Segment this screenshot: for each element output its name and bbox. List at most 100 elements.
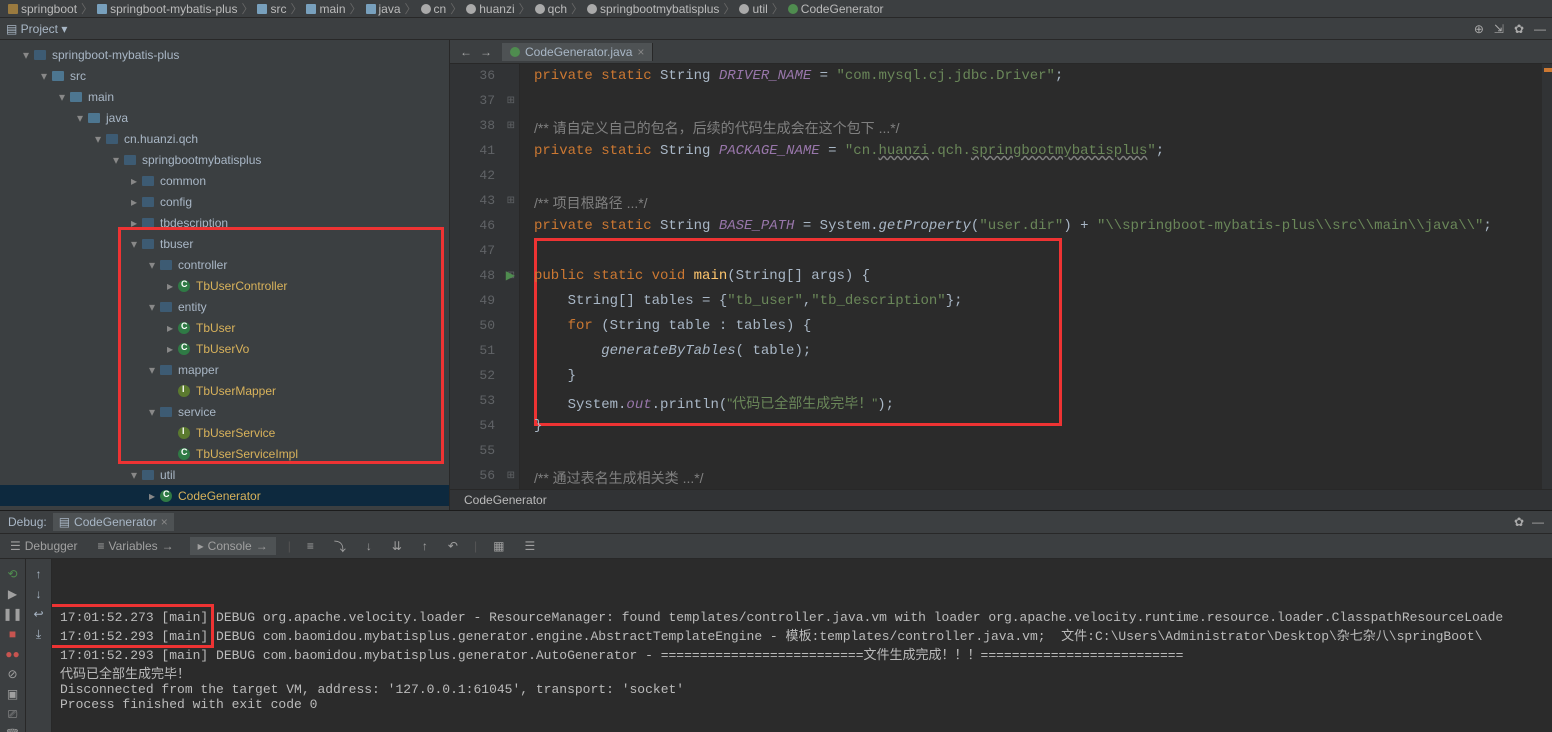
nav-icon[interactable]: ≡ (303, 539, 318, 553)
line-number[interactable]: 52 (479, 368, 495, 383)
line-number[interactable]: 41 (479, 143, 495, 158)
tree-item-tbuser[interactable]: ▸TbUser (0, 317, 449, 338)
line-number[interactable]: 37 (479, 93, 495, 108)
line-number[interactable]: 49 (479, 293, 495, 308)
console-output[interactable]: 17:01:52.273 [main] DEBUG org.apache.vel… (52, 559, 1552, 732)
bc-springboot[interactable]: springboot (8, 2, 77, 16)
expand-arrow-icon[interactable]: ▾ (20, 48, 32, 62)
step-into-icon[interactable]: ↓ (362, 539, 376, 553)
up-icon[interactable]: ↑ (36, 567, 42, 581)
minimize-icon[interactable]: — (1532, 515, 1544, 529)
console-tab[interactable]: ▸ Console → (190, 537, 276, 555)
editor-tab-codegenerator[interactable]: CodeGenerator.java × (502, 43, 653, 61)
forward-icon[interactable]: → (480, 45, 492, 59)
code-editor[interactable]: 363738414243464748495051525354555659⊞⊞⊞⊞… (450, 64, 1552, 489)
expand-arrow-icon[interactable]: ▾ (128, 237, 140, 251)
code-line[interactable]: private static String BASE_PATH = System… (534, 218, 1492, 234)
tree-item-tbuserserviceimpl[interactable]: TbUserServiceImpl (0, 443, 449, 464)
code-line[interactable]: System.out.println("代码已全部生成完毕！"); (534, 393, 894, 413)
expand-arrow-icon[interactable]: ▾ (110, 153, 122, 167)
close-icon[interactable]: × (637, 45, 644, 59)
expand-arrow-icon[interactable]: ▾ (92, 132, 104, 146)
close-icon[interactable]: × (161, 515, 168, 529)
stop-icon[interactable]: ■ (9, 627, 16, 641)
tree-item-tbuserservice[interactable]: TbUserService (0, 422, 449, 443)
code-line[interactable]: } (534, 418, 542, 434)
line-number[interactable]: 55 (479, 443, 495, 458)
line-number[interactable]: 53 (479, 393, 495, 408)
code-area[interactable]: private static String DRIVER_NAME = "com… (520, 64, 1542, 489)
code-line[interactable]: private static String PACKAGE_NAME = "cn… (534, 143, 1164, 159)
expand-arrow-icon[interactable]: ▸ (164, 279, 176, 293)
tree-item-controller[interactable]: ▾controller (0, 254, 449, 275)
tree-item-java[interactable]: ▾java (0, 107, 449, 128)
expand-arrow-icon[interactable]: ▸ (146, 489, 158, 503)
tree-item-springboot-mybatis-plus[interactable]: ▾springboot-mybatis-plus (0, 44, 449, 65)
drop-frame-icon[interactable]: ↶ (444, 539, 462, 553)
pause-icon[interactable]: ❚❚ (2, 607, 22, 621)
step-out-icon[interactable]: ↑ (418, 539, 432, 553)
tree-item-cn-huanzi-qch[interactable]: ▾cn.huanzi.qch (0, 128, 449, 149)
code-line[interactable]: private static String DRIVER_NAME = "com… (534, 68, 1063, 84)
editor-breadcrumb[interactable]: CodeGenerator (450, 489, 1552, 510)
tree-item-tbusermapper[interactable]: TbUserMapper (0, 380, 449, 401)
project-tree[interactable]: ▾springboot-mybatis-plus▾src▾main▾java▾c… (0, 40, 449, 510)
tree-item-tbuser[interactable]: ▾tbuser (0, 233, 449, 254)
resume-icon[interactable]: ▶ (8, 587, 17, 601)
expand-arrow-icon[interactable]: ▾ (56, 90, 68, 104)
gear-icon[interactable]: ✿ (1514, 515, 1524, 529)
tree-item-tbusercontroller[interactable]: ▸TbUserController (0, 275, 449, 296)
bc-class[interactable]: CodeGenerator (788, 2, 884, 16)
expand-arrow-icon[interactable]: ▸ (164, 321, 176, 335)
collapse-icon[interactable]: ⇲ (1494, 22, 1504, 36)
force-step-icon[interactable]: ⇊ (388, 539, 406, 553)
line-number[interactable]: 46 (479, 218, 495, 233)
fold-icon[interactable]: ⊞ (507, 470, 515, 481)
bc-java[interactable]: java (366, 2, 401, 16)
line-number[interactable]: 54 (479, 418, 495, 433)
fold-icon[interactable]: ⊞ (507, 195, 515, 206)
code-line[interactable]: for (String table : tables) { (534, 318, 811, 334)
tree-item-codegenerator[interactable]: ▸CodeGenerator (0, 485, 449, 506)
line-number[interactable]: 42 (479, 168, 495, 183)
bc-module[interactable]: springboot-mybatis-plus (97, 2, 237, 16)
tree-item-config[interactable]: ▸config (0, 191, 449, 212)
tree-item-tbuservo[interactable]: ▸TbUserVo (0, 338, 449, 359)
line-number[interactable]: 48 (479, 268, 495, 283)
tree-item-common[interactable]: ▸common (0, 170, 449, 191)
tree-item-tbdescription[interactable]: ▸tbdescription (0, 212, 449, 233)
line-number[interactable]: 51 (479, 343, 495, 358)
expand-arrow-icon[interactable]: ▾ (146, 363, 158, 377)
line-number[interactable]: 36 (479, 68, 495, 83)
expand-arrow-icon[interactable]: ▾ (74, 111, 86, 125)
bc-util[interactable]: util (739, 2, 767, 16)
code-line[interactable]: String[] tables = {"tb_user","tb_descrip… (534, 293, 963, 309)
error-stripe[interactable] (1542, 64, 1552, 489)
hide-icon[interactable]: — (1534, 22, 1546, 36)
tree-item-springbootmybatisplus[interactable]: ▾springbootmybatisplus (0, 149, 449, 170)
mute-icon[interactable]: ⊘ (7, 667, 17, 681)
bc-qch[interactable]: qch (535, 2, 567, 16)
back-icon[interactable]: ← (460, 45, 472, 59)
tree-item-service[interactable]: ▾service (0, 401, 449, 422)
tree-item-mapper[interactable]: ▾mapper (0, 359, 449, 380)
bc-springbootmbp[interactable]: springbootmybatisplus (587, 2, 719, 16)
print-icon[interactable]: ⎚ (8, 707, 18, 722)
eval-icon[interactable]: ▦ (489, 539, 508, 553)
target-icon[interactable]: ⊕ (1474, 22, 1484, 36)
settings-icon[interactable]: ✿ (1514, 22, 1524, 36)
gutter[interactable]: 363738414243464748495051525354555659⊞⊞⊞⊞… (450, 64, 520, 489)
line-number[interactable]: 56 (479, 468, 495, 483)
debug-config-tab[interactable]: ▤CodeGenerator× (53, 513, 174, 531)
expand-arrow-icon[interactable]: ▸ (164, 342, 176, 356)
down-icon[interactable]: ↓ (36, 587, 42, 601)
expand-arrow-icon[interactable]: ▾ (146, 405, 158, 419)
code-line[interactable]: public static void main(String[] args) { (534, 268, 870, 284)
code-line[interactable]: } (534, 368, 576, 384)
line-number[interactable]: 50 (479, 318, 495, 333)
tree-item-entity[interactable]: ▾entity (0, 296, 449, 317)
expand-arrow-icon[interactable]: ▾ (38, 69, 50, 83)
expand-arrow-icon[interactable]: ▸ (128, 174, 140, 188)
run-gutter-icon[interactable]: ▶ (506, 268, 515, 282)
code-line[interactable]: generateByTables( table); (534, 343, 811, 359)
